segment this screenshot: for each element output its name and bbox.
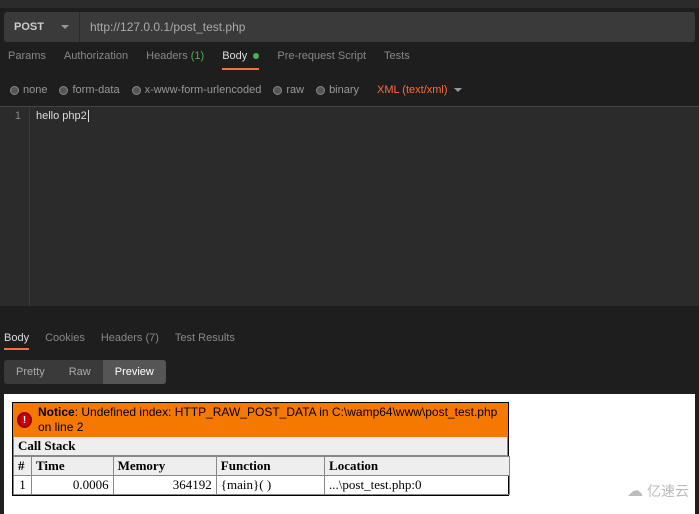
tab-headers[interactable]: Headers (1) bbox=[146, 50, 204, 70]
chevron-down-icon bbox=[61, 25, 69, 29]
resp-tab-cookies[interactable]: Cookies bbox=[45, 332, 85, 350]
tab-body[interactable]: Body bbox=[222, 50, 259, 70]
cloud-icon: ☁ bbox=[627, 481, 643, 501]
cell-function: {main}( ) bbox=[216, 476, 324, 495]
dot-indicator-icon bbox=[253, 53, 259, 59]
notice-bold: Notice bbox=[38, 405, 75, 419]
url-input[interactable] bbox=[80, 12, 695, 42]
view-mode-tabs: Pretty Raw Preview bbox=[4, 360, 166, 384]
callstack-table: # Time Memory Function Location 1 0.0006… bbox=[13, 456, 510, 495]
tab-params[interactable]: Params bbox=[8, 50, 46, 70]
line-number: 1 bbox=[15, 110, 21, 122]
radio-binary[interactable]: binary bbox=[316, 84, 359, 96]
radio-formdata[interactable]: form-data bbox=[59, 84, 119, 96]
col-function: Function bbox=[216, 457, 324, 476]
radio-label: form-data bbox=[72, 84, 119, 96]
resp-tab-headers[interactable]: Headers (7) bbox=[101, 332, 159, 350]
body-type-selector: none form-data x-www-form-urlencoded raw… bbox=[0, 80, 699, 106]
radio-urlencoded[interactable]: x-www-form-urlencoded bbox=[132, 84, 262, 96]
watermark: ☁ 亿速云 bbox=[627, 481, 689, 501]
preview-panel: ! Notice: Undefined index: HTTP_RAW_POST… bbox=[4, 394, 695, 514]
view-raw[interactable]: Raw bbox=[57, 360, 103, 384]
editor-gutter: 1 bbox=[0, 107, 30, 306]
error-header: ! Notice: Undefined index: HTTP_RAW_POST… bbox=[13, 403, 508, 437]
notice-text: : Undefined index: HTTP_RAW_POST_DATA in… bbox=[38, 405, 497, 434]
radio-none[interactable]: none bbox=[10, 84, 47, 96]
watermark-text: 亿速云 bbox=[647, 481, 689, 501]
error-icon: ! bbox=[17, 412, 32, 428]
content-type-label: XML (text/xml) bbox=[377, 84, 448, 96]
method-select[interactable]: POST bbox=[4, 12, 80, 42]
radio-label: x-www-form-urlencoded bbox=[145, 84, 262, 96]
cell-time: 0.0006 bbox=[32, 476, 114, 495]
cell-memory: 364192 bbox=[113, 476, 216, 495]
radio-icon bbox=[132, 86, 141, 95]
tab-headers-count: (1) bbox=[191, 50, 204, 62]
tab-headers-label: Headers bbox=[146, 50, 188, 62]
cell-num: 1 bbox=[14, 476, 32, 495]
radio-icon bbox=[59, 86, 68, 95]
col-memory: Memory bbox=[113, 457, 216, 476]
table-row: 1 0.0006 364192 {main}( ) ...\post_test.… bbox=[14, 476, 510, 495]
radio-icon bbox=[316, 86, 325, 95]
resp-tab-body[interactable]: Body bbox=[4, 332, 29, 350]
method-label: POST bbox=[14, 21, 44, 33]
tab-prerequest[interactable]: Pre-request Script bbox=[277, 50, 366, 70]
radio-label: raw bbox=[286, 84, 304, 96]
url-bar: POST bbox=[4, 12, 695, 42]
radio-label: none bbox=[23, 84, 47, 96]
error-message: Notice: Undefined index: HTTP_RAW_POST_D… bbox=[38, 405, 504, 435]
resp-headers-count: (7) bbox=[145, 332, 158, 344]
col-location: Location bbox=[325, 457, 510, 476]
tab-tests[interactable]: Tests bbox=[384, 50, 410, 70]
radio-icon bbox=[273, 86, 282, 95]
request-tabs: Params Authorization Headers (1) Body Pr… bbox=[0, 50, 699, 80]
view-pretty[interactable]: Pretty bbox=[4, 360, 57, 384]
radio-icon bbox=[10, 86, 19, 95]
resp-headers-label: Headers bbox=[101, 332, 143, 344]
tab-authorization[interactable]: Authorization bbox=[64, 50, 128, 70]
radio-label: binary bbox=[329, 84, 359, 96]
table-header-row: # Time Memory Function Location bbox=[14, 457, 510, 476]
error-box: ! Notice: Undefined index: HTTP_RAW_POST… bbox=[12, 402, 509, 496]
callstack-header: Call Stack bbox=[13, 437, 508, 456]
cursor-icon bbox=[88, 110, 89, 122]
radio-raw[interactable]: raw bbox=[273, 84, 304, 96]
resp-tab-testresults[interactable]: Test Results bbox=[175, 332, 235, 350]
tab-body-label: Body bbox=[222, 50, 247, 62]
col-num: # bbox=[14, 457, 32, 476]
chevron-down-icon bbox=[454, 88, 462, 92]
editor-content[interactable]: hello php2 bbox=[30, 107, 699, 306]
content-type-select[interactable]: XML (text/xml) bbox=[377, 84, 462, 96]
col-time: Time bbox=[32, 457, 114, 476]
response-tabs: Body Cookies Headers (7) Test Results bbox=[0, 324, 699, 360]
cell-location: ...\post_test.php:0 bbox=[325, 476, 510, 495]
body-editor[interactable]: 1 hello php2 bbox=[0, 106, 699, 306]
editor-text: hello php2 bbox=[36, 110, 87, 122]
view-preview[interactable]: Preview bbox=[103, 360, 166, 384]
